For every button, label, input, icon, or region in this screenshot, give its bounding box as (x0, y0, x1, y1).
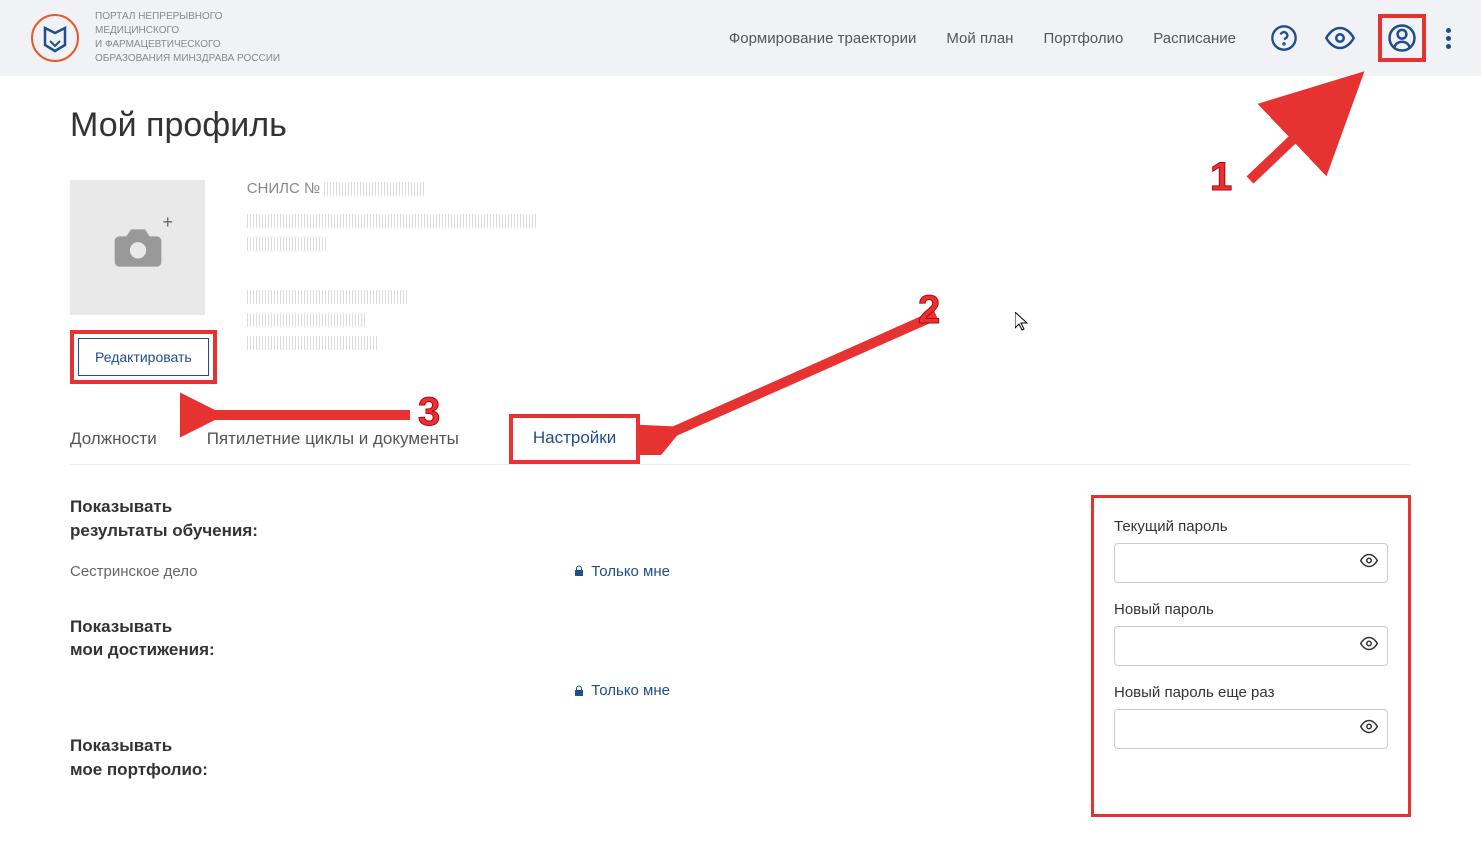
logo-icon[interactable] (30, 13, 80, 63)
eye-icon[interactable] (1360, 718, 1378, 741)
redacted-text (247, 237, 327, 251)
settings-left: Показывать результаты обучения: Сестринс… (70, 495, 991, 817)
new-password-field: Новый пароль (1114, 601, 1388, 666)
setting-show-results: Показывать результаты обучения: Сестринс… (70, 495, 991, 580)
nav-schedule[interactable]: Расписание (1153, 30, 1236, 47)
app-header: ПОРТАЛ НЕПРЕРЫВНОГО МЕДИЦИНСКОГО И ФАРМА… (0, 0, 1481, 76)
password-change-box: Текущий пароль Новый пароль (1091, 495, 1411, 817)
edit-button[interactable]: Редактировать (78, 338, 209, 376)
snils-label: СНИЛС № (247, 180, 320, 197)
lock-icon (573, 685, 585, 697)
field-label: Новый пароль (1114, 601, 1388, 618)
header-icons (1266, 14, 1451, 62)
avatar-section: + Редактировать (70, 180, 217, 384)
nav-plan[interactable]: Мой план (946, 30, 1013, 47)
current-password-input[interactable] (1114, 543, 1388, 583)
annotation-box-1 (1378, 14, 1426, 62)
snils-value-redacted (324, 182, 424, 196)
help-icon[interactable] (1266, 20, 1302, 56)
main-content: Мой профиль + Редактировать СНИЛС № (0, 76, 1481, 847)
header-left: ПОРТАЛ НЕПРЕРЫВНОГО МЕДИЦИНСКОГО И ФАРМА… (30, 10, 280, 66)
field-label: Текущий пароль (1114, 518, 1388, 535)
specialty-name: Сестринское дело (70, 563, 198, 580)
setting-label: Показывать мои достижения: (70, 615, 991, 663)
avatar-upload[interactable]: + (70, 180, 205, 315)
page-title: Мой профиль (70, 106, 1411, 145)
tab-positions[interactable]: Должности (70, 414, 157, 464)
logo-text: ПОРТАЛ НЕПРЕРЫВНОГО МЕДИЦИНСКОГО И ФАРМА… (95, 10, 280, 66)
annotation-box-3: Редактировать (70, 330, 217, 384)
profile-info: + Редактировать СНИЛС № (70, 180, 1411, 384)
profile-icon[interactable] (1384, 20, 1420, 56)
profile-tabs: Должности Пятилетние циклы и документы Н… (70, 414, 1411, 465)
repeat-password-input[interactable] (1114, 709, 1388, 749)
setting-label: Показывать мое портфолио: (70, 734, 991, 782)
header-nav: Формирование траектории Мой план Портфол… (729, 14, 1451, 62)
lock-icon (573, 565, 585, 577)
visibility-selector[interactable]: Только мне (573, 563, 670, 580)
setting-show-portfolio: Показывать мое портфолио: (70, 734, 991, 782)
setting-show-achievements: Показывать мои достижения: Только мне (70, 615, 991, 700)
tab-cycles[interactable]: Пятилетние циклы и документы (207, 414, 459, 464)
visibility-icon[interactable] (1322, 20, 1358, 56)
redacted-text (247, 290, 407, 304)
nav-trajectory[interactable]: Формирование траектории (729, 30, 917, 47)
more-menu-icon[interactable] (1446, 28, 1451, 49)
current-password-field: Текущий пароль (1114, 518, 1388, 583)
nav-portfolio[interactable]: Портфолио (1043, 30, 1123, 47)
new-password-input[interactable] (1114, 626, 1388, 666)
redacted-text (247, 214, 537, 228)
tab-settings[interactable]: Настройки (533, 428, 616, 448)
eye-icon[interactable] (1360, 635, 1378, 658)
annotation-box-2: Настройки (509, 414, 640, 464)
profile-details: СНИЛС № (247, 180, 537, 384)
redacted-text (247, 336, 377, 350)
plus-icon: + (162, 212, 173, 233)
field-label: Новый пароль еще раз (1114, 684, 1388, 701)
eye-icon[interactable] (1360, 552, 1378, 575)
redacted-text (247, 313, 367, 327)
setting-label: Показывать результаты обучения: (70, 495, 991, 543)
repeat-password-field: Новый пароль еще раз (1114, 684, 1388, 749)
settings-content: Показывать результаты обучения: Сестринс… (70, 495, 1411, 817)
visibility-selector[interactable]: Только мне (573, 682, 670, 699)
